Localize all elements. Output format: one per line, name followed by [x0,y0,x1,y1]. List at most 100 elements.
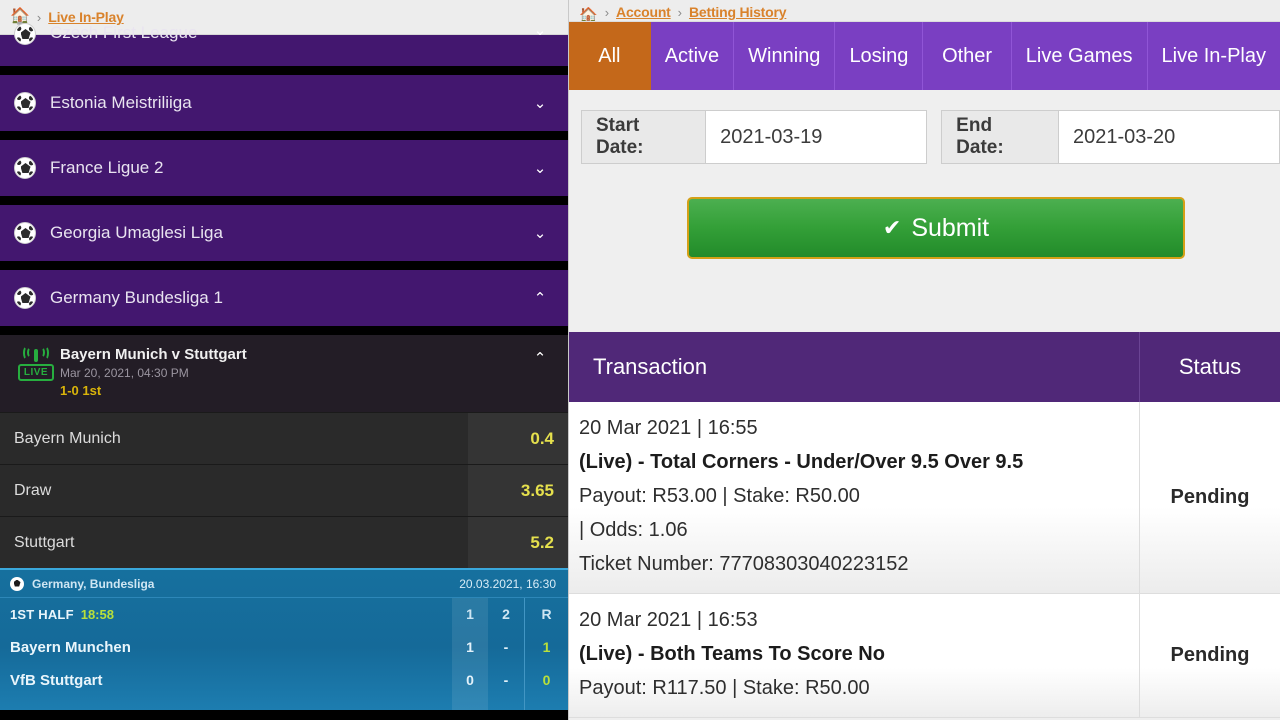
chevron-down-icon[interactable]: ⌄ [530,96,550,111]
chevron-down-icon[interactable]: ⌄ [530,161,550,176]
check-icon: ✔ [882,215,902,240]
bet-odds-value[interactable]: 3.65 [468,465,568,516]
live-badge: LIVE [17,364,55,381]
tab-live-games[interactable]: Live Games [1012,22,1148,90]
live-widget-team-row: VfB Stuttgart [10,664,452,697]
live-widget-team-row: Bayern Munchen [10,631,452,664]
transaction-title: (Live) - Both Teams To Score No [579,643,885,665]
breadcrumb-separator: › [604,5,610,20]
transaction-payout: Payout: R53.00 | Stake: R50.00 [579,485,860,507]
match-block: LIVE Bayern Munich v Stuttgart Mar 20, 2… [0,335,568,568]
date-row: Start Date: 2021-03-19 End Date: 2021-03… [581,110,1280,164]
league-name: Czech First League [50,23,198,42]
status-badge: Pending [1170,644,1250,666]
start-date-label: Start Date: [582,111,707,163]
bet-selection-row[interactable]: Stuttgart 5.2 [0,516,568,568]
soccer-ball-icon [14,222,36,244]
league-row-germany-bundesliga-1[interactable]: Germany Bundesliga 1 ⌃ [0,270,568,326]
bet-odds-value[interactable]: 5.2 [468,517,568,568]
breadcrumb-link-betting-history[interactable]: Betting History [689,4,787,20]
league-row-georgia-umaglesi-liga[interactable]: Georgia Umaglesi Liga ⌄ [0,205,568,261]
score-column-header: 1 [466,606,474,622]
live-widget-body: 1ST HALF 18:58 Bayern Munchen VfB Stuttg… [0,598,568,710]
left-panel-live-inplay: 🏠 › Live In-Play Czech First League ⌄ Es… [0,0,568,720]
betting-history-tabs: All Active Winning Losing Other Live Gam… [569,22,1280,90]
bet-selection-label: Bayern Munich [0,413,468,464]
score-cell: - [503,672,509,688]
chevron-up-icon[interactable]: ⌃ [530,291,550,306]
chevron-down-icon[interactable]: ⌄ [530,226,550,241]
home-icon[interactable]: 🏠 [579,8,598,21]
live-widget-period: 1ST HALF [10,607,74,622]
chevron-down-icon[interactable]: ⌄ [530,23,550,38]
bet-selection-label: Draw [0,465,468,516]
submit-button[interactable]: ✔ Submit [687,197,1185,259]
transactions-table: Transaction Status 20 Mar 2021 | 16:55 (… [569,332,1280,718]
tab-winning[interactable]: Winning [734,22,836,90]
match-header[interactable]: LIVE Bayern Munich v Stuttgart Mar 20, 2… [0,335,568,412]
score-cell: 1 [466,639,474,655]
live-widget-period-row: 1ST HALF 18:58 [10,598,452,631]
right-breadcrumb: 🏠 › Account › Betting History [569,0,1280,22]
league-name: France Ligue 2 [50,158,164,177]
soccer-ball-icon [14,23,36,45]
league-row-estonia-meistriliiga[interactable]: Estonia Meistriliiga ⌄ [0,75,568,131]
live-score-widget[interactable]: Germany, Bundesliga 20.03.2021, 16:30 1S… [0,568,568,710]
bet-selection-row[interactable]: Draw 3.65 [0,464,568,516]
league-row-czech-first-league[interactable]: Czech First League ⌄ [0,23,568,66]
date-filter-area: Start Date: 2021-03-19 End Date: 2021-03… [569,90,1280,332]
tab-all[interactable]: All [569,22,651,90]
transaction-datetime: 20 Mar 2021 | 16:55 [579,417,758,439]
submit-button-label: Submit [911,213,990,242]
transaction-datetime: 20 Mar 2021 | 16:53 [579,609,758,631]
league-name: Germany Bundesliga 1 [50,288,223,307]
score-cell: - [503,639,509,655]
app-screen: 🏠 › Live In-Play Czech First League ⌄ Es… [0,0,1280,720]
score-column-1: 1 1 0 [452,598,488,710]
soccer-ball-icon [14,92,36,114]
table-header-row: Transaction Status [569,332,1280,402]
live-widget-teams: 1ST HALF 18:58 Bayern Munchen VfB Stuttg… [0,598,452,710]
transaction-title: (Live) - Total Corners - Under/Over 9.5 … [579,451,1024,473]
end-date-group: End Date: 2021-03-20 [941,110,1280,164]
breadcrumb-separator: › [677,5,682,20]
breadcrumb-link-account[interactable]: Account [616,4,671,20]
transaction-payout: Payout: R117.50 | Stake: R50.00 [579,677,870,699]
table-row[interactable]: 20 Mar 2021 | 16:53 (Live) - Both Teams … [569,594,1280,718]
match-score: 1-0 1st [60,383,102,398]
status-badge: Pending [1170,486,1250,508]
tab-losing[interactable]: Losing [835,22,924,90]
tab-live-in-play[interactable]: Live In-Play [1148,22,1280,90]
column-header-status: Status [1178,354,1242,379]
live-indicator: LIVE [14,345,58,381]
right-panel-betting-history: 🏠 › Account › Betting History All Active… [568,0,1280,720]
league-row-france-ligue-2[interactable]: France Ligue 2 ⌄ [0,140,568,196]
live-widget-league: Germany, Bundesliga [32,576,155,591]
soccer-ball-icon [10,576,24,591]
bet-selection-row[interactable]: Bayern Munich 0.4 [0,412,568,464]
tab-other[interactable]: Other [923,22,1012,90]
match-datetime: Mar 20, 2021, 04:30 PM [60,366,189,380]
column-header-transaction: Transaction [569,332,1140,402]
transaction-cell: 20 Mar 2021 | 16:55 (Live) - Total Corne… [569,402,1140,593]
live-widget-datetime: 20.03.2021, 16:30 [459,576,556,591]
score-column-result: R 1 0 [524,598,568,710]
live-widget-team-name: Bayern Munchen [10,639,131,656]
match-info: Bayern Munich v Stuttgart Mar 20, 2021, … [58,345,530,400]
live-widget-score-columns: 1 1 0 2 - - R 1 0 [452,598,568,710]
bet-odds-value[interactable]: 0.4 [468,413,568,464]
score-cell: 0 [542,672,551,688]
soccer-ball-icon [14,287,36,309]
live-widget-team-name: VfB Stuttgart [10,672,103,689]
transaction-ticket-number: Ticket Number: 77708303040223152 [579,553,909,575]
table-row[interactable]: 20 Mar 2021 | 16:55 (Live) - Total Corne… [569,402,1280,594]
soccer-ball-icon [14,157,36,179]
end-date-input[interactable]: 2021-03-20 [1058,111,1279,163]
match-title: Bayern Munich v Stuttgart [60,346,247,363]
chevron-up-icon[interactable]: ⌃ [530,345,550,367]
start-date-group: Start Date: 2021-03-19 [581,110,928,164]
start-date-input[interactable]: 2021-03-19 [706,111,927,163]
league-name: Estonia Meistriliiga [50,93,192,112]
tab-active[interactable]: Active [651,22,735,90]
bet-selection-label: Stuttgart [0,517,468,568]
